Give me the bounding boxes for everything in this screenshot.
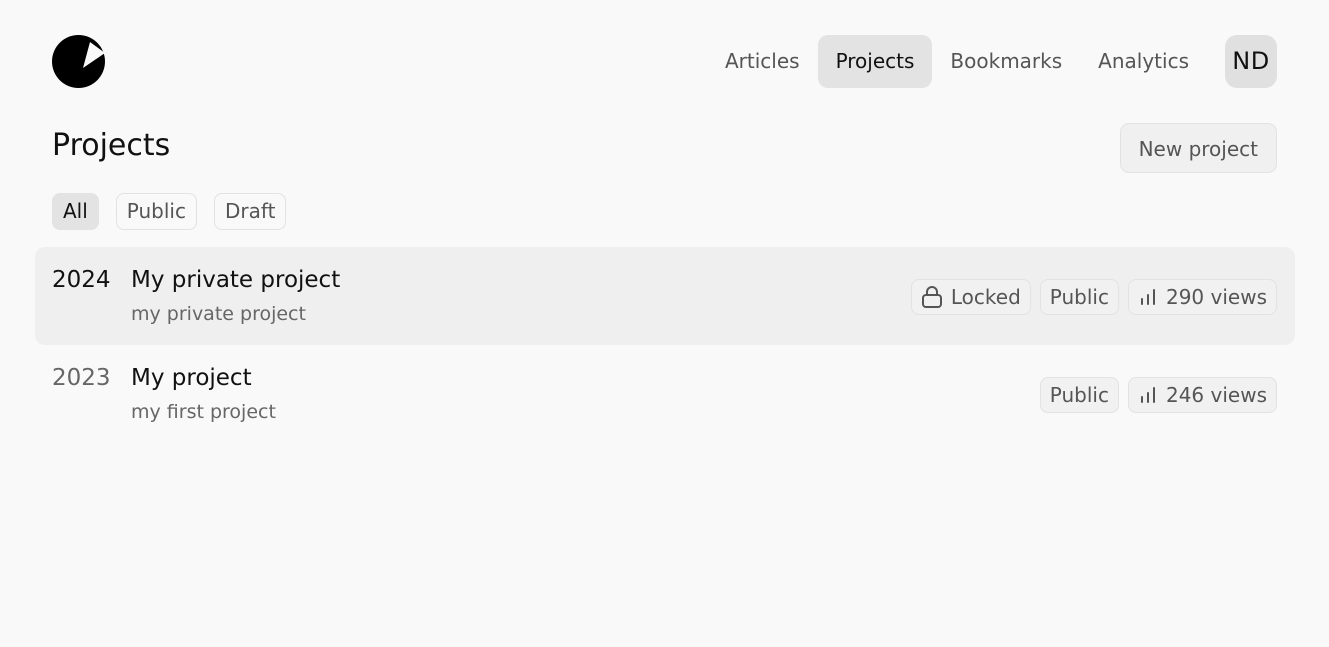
project-badges: Public 246 views xyxy=(1039,377,1277,413)
filter-draft[interactable]: Draft xyxy=(214,193,287,230)
views-badge: 246 views xyxy=(1127,377,1277,413)
filter-all[interactable]: All xyxy=(52,193,99,230)
nav-articles[interactable]: Articles xyxy=(707,35,818,88)
project-year: 2024 xyxy=(52,267,111,293)
nav-analytics[interactable]: Analytics xyxy=(1080,35,1207,88)
project-row[interactable]: 2024 My private project my private proje… xyxy=(35,247,1295,345)
nav-projects[interactable]: Projects xyxy=(817,35,933,88)
top-navigation: Articles Projects Bookmarks Analytics ND xyxy=(707,35,1277,88)
page-title: Projects xyxy=(52,128,171,163)
project-description: my private project xyxy=(131,303,306,325)
project-title[interactable]: My project xyxy=(131,365,252,391)
locked-label: Locked xyxy=(950,285,1021,309)
filter-tabs: All Public Draft xyxy=(52,193,287,230)
project-title[interactable]: My private project xyxy=(131,267,340,293)
project-list: 2024 My private project my private proje… xyxy=(35,247,1295,443)
visibility-badge: Public xyxy=(1039,279,1119,315)
project-year: 2023 xyxy=(52,365,111,391)
bar-chart-icon xyxy=(1140,387,1155,403)
bar-chart-icon xyxy=(1140,289,1155,305)
views-count: 246 views xyxy=(1165,383,1267,407)
projects-page: Articles Projects Bookmarks Analytics ND… xyxy=(0,0,1329,647)
views-badge: 290 views xyxy=(1127,279,1277,315)
project-description: my first project xyxy=(131,401,276,423)
project-row[interactable]: 2023 My project my first project Public … xyxy=(35,345,1295,443)
filter-public[interactable]: Public xyxy=(115,193,197,230)
locked-badge: Locked xyxy=(910,279,1031,315)
visibility-label: Public xyxy=(1049,383,1109,407)
lock-icon xyxy=(921,286,942,308)
new-project-button[interactable]: New project xyxy=(1119,123,1277,173)
nav-bookmarks[interactable]: Bookmarks xyxy=(932,35,1080,88)
user-avatar[interactable]: ND xyxy=(1225,35,1277,88)
visibility-badge: Public xyxy=(1039,377,1119,413)
views-count: 290 views xyxy=(1165,285,1267,309)
logo-icon[interactable] xyxy=(52,35,105,88)
visibility-label: Public xyxy=(1049,285,1109,309)
project-badges: Locked Public 290 views xyxy=(910,279,1277,315)
